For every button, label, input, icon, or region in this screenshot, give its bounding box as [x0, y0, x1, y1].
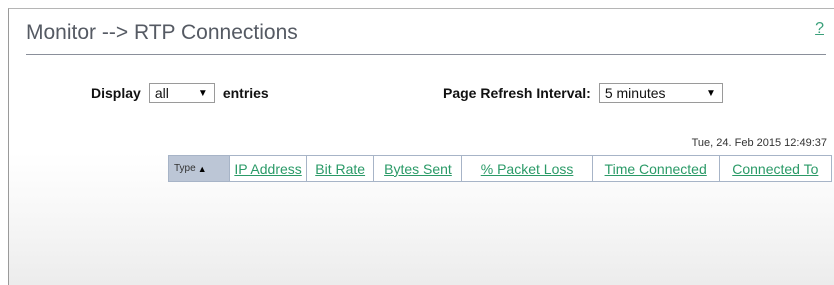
main-panel: Monitor --> RTP Connections ? Display al… — [8, 8, 834, 285]
help-link[interactable]: ? — [815, 20, 824, 38]
column-header-connected-to[interactable]: Connected To — [720, 156, 831, 181]
sort-ascending-icon: ▲ — [197, 163, 207, 174]
column-header-type-label: Type — [174, 163, 196, 174]
entries-label: entries — [222, 85, 269, 101]
column-header-bit-rate[interactable]: Bit Rate — [307, 156, 375, 181]
chevron-down-icon: ▼ — [197, 87, 208, 99]
page-header: Monitor --> RTP Connections ? — [26, 18, 826, 54]
connections-table-header: Type ▲ IP Address Bit Rate Bytes Sent % … — [168, 155, 832, 182]
column-header-packet-loss[interactable]: % Packet Loss — [462, 156, 593, 181]
display-entries-select[interactable]: all ▼ — [148, 83, 215, 103]
display-entries-control: Display all ▼ entries — [91, 83, 269, 103]
display-entries-value: all — [154, 85, 169, 101]
refresh-interval-select[interactable]: 5 minutes ▼ — [598, 83, 723, 103]
page-title: Monitor --> RTP Connections — [26, 21, 298, 44]
refresh-interval-control: Page Refresh Interval: 5 minutes ▼ — [443, 83, 723, 103]
last-updated-timestamp: Tue, 24. Feb 2015 12:49:37 — [691, 137, 827, 149]
column-header-ip-address[interactable]: IP Address — [230, 156, 307, 181]
refresh-interval-label: Page Refresh Interval: — [443, 85, 591, 101]
display-label: Display — [91, 85, 141, 101]
column-header-bytes-sent[interactable]: Bytes Sent — [374, 156, 463, 181]
refresh-interval-value: 5 minutes — [604, 85, 666, 101]
column-header-type[interactable]: Type ▲ — [169, 156, 231, 181]
title-divider — [26, 54, 826, 55]
chevron-down-icon: ▼ — [705, 87, 716, 99]
column-header-time-connected[interactable]: Time Connected — [593, 156, 720, 181]
